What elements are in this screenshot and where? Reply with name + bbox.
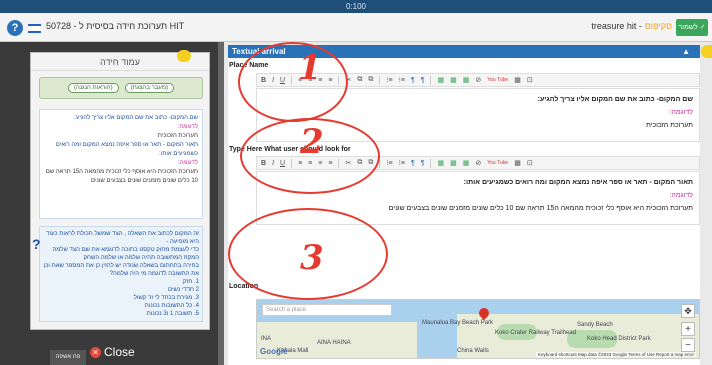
project-accent: סקיפוס [644, 21, 672, 31]
map-label: Sandy Beach [577, 322, 613, 328]
zoom-in-button[interactable]: + [681, 322, 695, 336]
map-label: Maunalua Bay Beach Park [422, 320, 494, 326]
preview-pill-bar: (הוראות הנגנה) (מעבר בהצגת) [39, 77, 203, 99]
page-title: HIT תערוכת חידה בסיסית ל - 50728 [46, 21, 185, 31]
toolbar-button[interactable]: ⊡ [527, 76, 533, 84]
map-search-input[interactable]: Search a place [262, 304, 392, 316]
toolbar-button[interactable]: ▦ [450, 76, 457, 84]
zoom-out-button[interactable]: − [681, 338, 695, 352]
header-project-label: treasure hit - סקיפוס [591, 21, 672, 31]
flag-icon [28, 24, 41, 33]
preview-text-line: תאור המקום - תאר או ספר איפה נמצא המקום … [55, 142, 198, 157]
question-icon: ? [32, 236, 41, 252]
section-tab-marker[interactable] [701, 45, 712, 58]
preview-question-line: כדי לעצמת מחוק טקסט בתוכה לדוגמא את שם ה… [52, 247, 199, 261]
preview-text-block: שם המקום- כתוב את שם המקום אליו צריך להג… [39, 109, 203, 219]
close-icon: ✕ [90, 346, 101, 358]
toolbar-button[interactable]: ¶ [421, 77, 425, 84]
preview-question-line: 3. מגירת בכחד לי זר קשול [133, 295, 199, 301]
preview-question-line: 1. חזק [182, 279, 199, 285]
toolbar-separator [430, 158, 432, 168]
map-attribution[interactable]: Keyboard shortcuts Map data ©2023 Google… [535, 352, 696, 357]
toolbar-button[interactable]: You Tube [487, 77, 508, 83]
preview-pill[interactable]: (מעבר בהצגת) [124, 83, 174, 93]
annotation-number: 1 [298, 48, 322, 88]
app-header: ? HIT תערוכת חידה בסיסית ל - 50728 treas… [0, 13, 712, 42]
preview-card: עמוד חידה (הוראות הנגנה) (מעבר בהצגת) שם… [30, 52, 210, 330]
toolbar-button[interactable]: You Tube [487, 160, 508, 166]
toolbar-button[interactable]: ⁝≡ [386, 76, 392, 84]
toolbar-button[interactable]: ¶ [411, 77, 415, 84]
toolbar-button[interactable]: ¶ [421, 160, 425, 167]
save-button[interactable]: לשמור ✓ [676, 19, 708, 36]
annotation-circle [238, 42, 348, 122]
map-label: China Walls [457, 348, 489, 354]
annotation-number: 2 [300, 122, 324, 162]
toolbar-separator [430, 75, 432, 85]
toolbar-button[interactable]: ⧉ [357, 76, 362, 84]
top-status-bar: 0:100 [0, 0, 712, 13]
preview-question-line: 2 חדדי נשים [168, 287, 199, 293]
toolbar-button[interactable]: ⁝≡ [386, 159, 392, 167]
google-logo: Google [260, 347, 288, 356]
map-label: Koko Head District Park [587, 336, 651, 342]
preview-text-line: שם המקום- כתוב את שם המקום אליו צריך להג… [74, 115, 198, 121]
close-label: Close [104, 345, 135, 359]
preview-tab-marker[interactable] [177, 50, 191, 62]
annotation-number: 3 [300, 238, 324, 278]
preview-question-line: 5. תשובה 1 ו3 נכונות [146, 311, 199, 317]
toolbar-separator [379, 75, 381, 85]
toolbar-button[interactable]: ▦ [514, 159, 521, 167]
preview-question-line: 4. כל התשובות נכונות [144, 303, 199, 309]
preview-text-line: תערוכת הזכוכית היא אוסף כלי זכוכית מהמאה… [45, 169, 198, 184]
map-label: Koko Crater Railway Trailhead [495, 330, 577, 336]
project-name: treasure hit - [591, 21, 642, 31]
location-map[interactable]: Search a place Maunalua Bay Beach Park S… [256, 299, 700, 359]
toolbar-button[interactable]: ▦ [437, 159, 444, 167]
toolbar-button[interactable]: ⧉ [368, 76, 373, 84]
map-label: INA [261, 336, 272, 342]
chevron-up-icon[interactable]: ▲ [682, 45, 690, 58]
toolbar-button[interactable]: ▦ [463, 76, 470, 84]
preview-pill[interactable]: (הוראות הנגנה) [68, 83, 119, 93]
toolbar-button[interactable]: ⊘ [475, 76, 481, 84]
map-pan-icon[interactable]: ✥ [681, 304, 695, 318]
toolbar-button[interactable]: ⁝≡ [399, 159, 405, 167]
preview-text-line: לדוגמה: [177, 160, 198, 166]
preview-text-line: לדוגמה: [177, 124, 198, 130]
toolbar-button[interactable]: ⊡ [527, 159, 533, 167]
close-button[interactable]: ✕ Close [90, 344, 135, 360]
preview-question-line: בחירה בתחתום בשאלה שנודה יש להזין כן את … [43, 263, 199, 277]
toolbar-button[interactable]: ⁝≡ [399, 76, 405, 84]
toolbar-button[interactable]: ⊘ [475, 159, 481, 167]
toolbar-button[interactable]: ▦ [450, 159, 457, 167]
map-label: AINA HAINA [317, 340, 351, 346]
toolbar-button[interactable]: ▦ [514, 76, 521, 84]
preview-text-line: תערוכת הזכוכית [157, 133, 198, 139]
preview-question-line: זה המקום לכתוב את השאלה , הצד שמשל תכולת… [46, 231, 199, 245]
help-icon[interactable]: ? [7, 20, 23, 36]
preview-question-block: זה המקום לכתוב את השאלה , הצד שמשל תכולת… [39, 226, 203, 322]
toolbar-button[interactable]: ▦ [463, 159, 470, 167]
trash-tab[interactable]: פח אשפה [50, 350, 86, 365]
toolbar-button[interactable]: ▦ [437, 76, 444, 84]
toolbar-button[interactable]: ¶ [411, 160, 415, 167]
